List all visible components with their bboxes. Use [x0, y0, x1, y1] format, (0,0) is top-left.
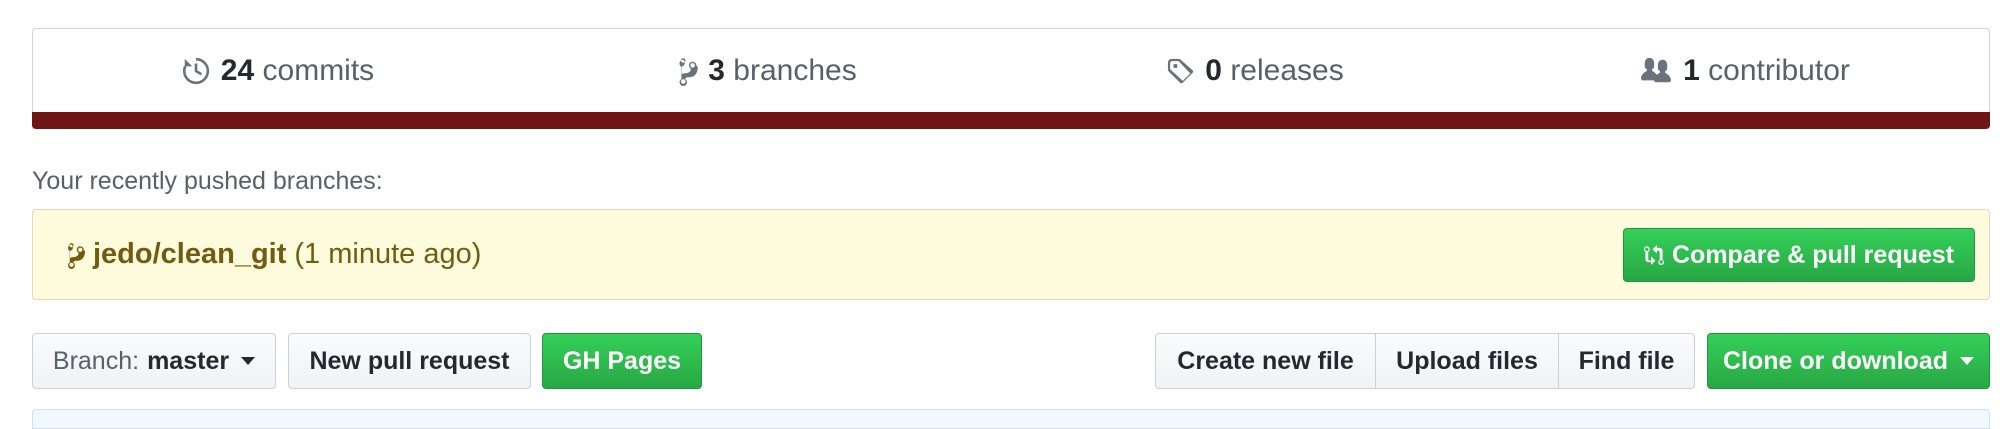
recent-branch-notice: jedo/clean_git (1 minute ago) Compare & … — [32, 209, 1990, 300]
recent-branches-label: Your recently pushed branches: — [32, 167, 383, 195]
branch-select-button[interactable]: Branch: master — [32, 333, 276, 389]
compare-pull-request-label: Compare & pull request — [1672, 240, 1954, 269]
commit-info-bar — [32, 409, 1990, 429]
caret-down-icon — [1960, 357, 1974, 365]
find-file-label: Find file — [1578, 346, 1675, 375]
recent-branch-time: (1 minute ago) — [294, 238, 482, 270]
file-actions-group: Create new file Upload files Find file — [1155, 333, 1695, 389]
upload-files-label: Upload files — [1396, 346, 1538, 375]
language-bar[interactable] — [32, 112, 1990, 129]
compare-pull-request-button[interactable]: Compare & pull request — [1623, 228, 1975, 282]
releases-count: 0 — [1205, 54, 1222, 87]
summary-stats: 24 commits 3 branches 0 releases 1 contr… — [33, 29, 1989, 113]
new-pull-request-button[interactable]: New pull request — [288, 333, 531, 389]
recent-branch-info: jedo/clean_git (1 minute ago) — [65, 238, 481, 271]
recent-branch-link[interactable]: jedo/clean_git — [93, 238, 286, 271]
branch-value: master — [147, 346, 230, 375]
releases-stat[interactable]: 0 releases — [1011, 54, 1500, 88]
gh-pages-button[interactable]: GH Pages — [542, 333, 702, 389]
contributors-stat[interactable]: 1 contributor — [1500, 54, 1989, 88]
tag-icon — [1168, 58, 1194, 84]
create-new-file-button[interactable]: Create new file — [1155, 333, 1376, 389]
new-pull-request-label: New pull request — [309, 346, 510, 375]
contributors-label: contributor — [1708, 54, 1850, 87]
caret-down-icon — [241, 357, 256, 365]
clone-download-button[interactable]: Clone or download — [1707, 333, 1990, 389]
branch-icon — [679, 58, 699, 86]
repo-summary: 24 commits 3 branches 0 releases 1 contr… — [32, 28, 1990, 129]
branch-prefix: Branch: — [52, 346, 140, 375]
commits-label: commits — [262, 54, 375, 87]
branches-count: 3 — [708, 54, 725, 87]
gh-pages-label: GH Pages — [562, 346, 682, 375]
history-icon — [182, 57, 209, 85]
upload-files-button[interactable]: Upload files — [1375, 333, 1559, 389]
clone-download-label: Clone or download — [1723, 346, 1948, 375]
branches-label: branches — [733, 54, 857, 87]
create-new-file-label: Create new file — [1177, 346, 1354, 375]
commits-count: 24 — [220, 54, 255, 87]
branch-icon — [67, 242, 85, 269]
releases-label: releases — [1230, 54, 1344, 87]
find-file-button[interactable]: Find file — [1558, 333, 1695, 389]
people-icon — [1641, 57, 1672, 83]
commits-stat[interactable]: 24 commits — [33, 54, 522, 88]
git-compare-icon — [1644, 245, 1664, 265]
branches-stat[interactable]: 3 branches — [522, 54, 1011, 88]
contributors-count: 1 — [1683, 54, 1700, 87]
